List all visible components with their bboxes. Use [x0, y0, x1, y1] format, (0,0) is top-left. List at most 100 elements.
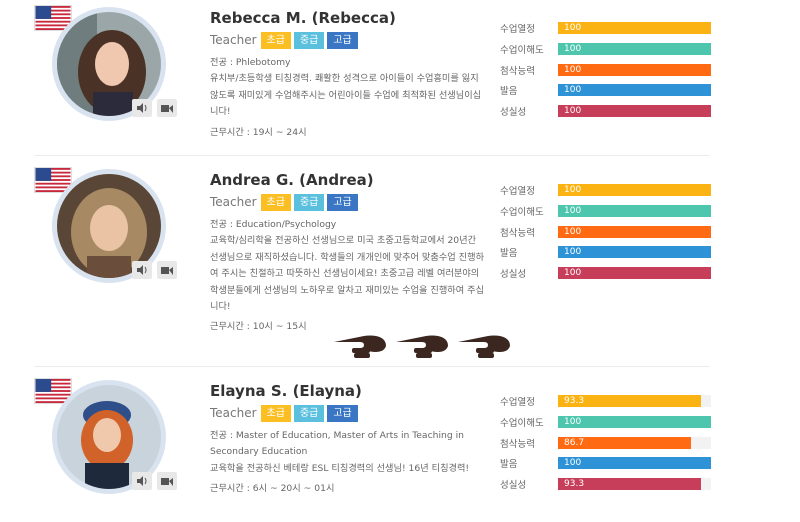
rating-bar: 100	[558, 416, 711, 429]
rating-label: 첨삭능력	[500, 65, 535, 77]
pointing-hand-icon	[332, 332, 388, 360]
rating-value: 100	[564, 64, 582, 75]
rating-bar-fill: 100	[558, 63, 711, 76]
rating-row: 첨삭능력 86.7	[500, 432, 711, 453]
level-badge-advanced: 고급	[327, 404, 358, 422]
rating-bar: 100	[558, 457, 711, 470]
teacher-name[interactable]: Elayna S. (Elayna)	[210, 382, 362, 400]
rating-row: 첨삭능력 100	[500, 59, 711, 80]
rating-bar-fill: 100	[558, 205, 711, 218]
video-button[interactable]	[157, 99, 177, 117]
rating-value: 93.3	[564, 479, 585, 490]
rating-row: 수업이해도 100	[500, 201, 711, 222]
speaker-icon	[137, 103, 147, 113]
rating-value: 100	[564, 417, 582, 428]
rating-value: 100	[564, 458, 582, 469]
rating-label: 발음	[500, 86, 518, 98]
rating-row: 발음 100	[500, 242, 711, 263]
audio-button[interactable]	[132, 261, 152, 279]
rating-bar-fill: 93.3	[558, 395, 701, 408]
rating-value: 100	[564, 226, 582, 237]
rating-bar: 100	[558, 63, 711, 76]
rating-label: 수업열정	[500, 186, 535, 198]
level-badge-advanced: 고급	[327, 193, 358, 211]
pointing-hand-icon	[394, 332, 450, 360]
teacher-name[interactable]: Andrea G. (Andrea)	[210, 171, 374, 189]
level-badge-beginner: 초급	[260, 31, 291, 49]
rating-row: 수업이해도 100	[500, 412, 711, 433]
camera-icon	[161, 478, 173, 486]
audio-button[interactable]	[132, 472, 152, 490]
working-hours: 근무시간 : 19시 ~ 24시	[210, 126, 307, 138]
major: 전공 : Phlebotomy	[210, 57, 291, 68]
rating-bar: 93.3	[558, 395, 711, 408]
rating-bar: 100	[558, 105, 711, 118]
rating-label: 성실성	[500, 107, 527, 119]
level-badge-intermediate: 중급	[293, 31, 325, 49]
rating-row: 성실성 93.3	[500, 474, 711, 495]
teacher-description: 전공 : Master of Education, Master of Arts…	[210, 428, 485, 498]
intro: 유치부/초등학생 티칭경력. 쾌활한 성격으로 아이들이 수업흥미를 잃지 않도…	[210, 73, 482, 118]
rating-label: 성실성	[500, 480, 527, 492]
camera-icon	[161, 105, 173, 113]
rating-label: 첨삭능력	[500, 438, 535, 450]
major: 전공 : Master of Education, Master of Arts…	[210, 430, 464, 458]
speaker-icon	[137, 265, 147, 275]
rating-row: 발음 100	[500, 453, 711, 474]
rating-row: 발음 100	[500, 80, 711, 101]
audio-button[interactable]	[132, 99, 152, 117]
rating-bar: 100	[558, 267, 711, 280]
teacher-description: 전공 : Phlebotomy 유치부/초등학생 티칭경력. 쾌활한 성격으로 …	[210, 55, 485, 141]
rating-row: 수업열정 100	[500, 180, 711, 201]
rating-bar: 100	[558, 205, 711, 218]
divider	[34, 366, 710, 367]
rating-row: 성실성 100	[500, 263, 711, 284]
video-button[interactable]	[157, 472, 177, 490]
teacher-name[interactable]: Rebecca M. (Rebecca)	[210, 9, 396, 27]
role-row: Teacher 초급 중급 고급	[210, 193, 361, 211]
rating-value: 86.7	[564, 437, 585, 448]
rating-label: 수업열정	[500, 397, 535, 409]
rating-bar-fill: 100	[558, 184, 711, 197]
rating-row: 수업열정 100	[500, 18, 711, 39]
rating-bar-fill: 100	[558, 225, 711, 238]
rating-bar-fill: 86.7	[558, 436, 691, 449]
rating-label: 첨삭능력	[500, 227, 535, 239]
role-row: Teacher 초급 중급 고급	[210, 404, 361, 422]
rating-row: 성실성 100	[500, 101, 711, 122]
rating-stats: 수업열정 100 수업이해도 100 첨삭능력 100 발음 100 성실성 100	[500, 18, 711, 121]
working-hours: 근무시간 : 6시 ~ 20시 ~ 01시	[210, 483, 335, 495]
level-badge-beginner: 초급	[260, 404, 291, 422]
major: 전공 : Education/Psychology	[210, 219, 337, 230]
rating-value: 100	[564, 106, 582, 117]
rating-bar-fill: 100	[558, 246, 711, 259]
rating-label: 성실성	[500, 269, 527, 281]
rating-value: 100	[564, 247, 582, 258]
role-label: Teacher	[210, 195, 257, 209]
rating-bar: 100	[558, 184, 711, 197]
rating-bar: 100	[558, 84, 711, 97]
rating-bar: 86.7	[558, 436, 711, 449]
rating-row: 수업열정 93.3	[500, 391, 711, 412]
level-badge-beginner: 초급	[260, 193, 291, 211]
rating-bar-fill: 100	[558, 43, 711, 56]
rating-row: 첨삭능력 100	[500, 221, 711, 242]
video-button[interactable]	[157, 261, 177, 279]
rating-bar-fill: 100	[558, 84, 711, 97]
rating-bar-fill: 100	[558, 105, 711, 118]
rating-value: 100	[564, 85, 582, 96]
rating-value: 100	[564, 44, 582, 55]
rating-bar: 100	[558, 22, 711, 35]
rating-bar-fill: 100	[558, 416, 711, 429]
rating-label: 수업이해도	[500, 418, 544, 430]
rating-label: 수업열정	[500, 24, 535, 36]
level-badge-intermediate: 중급	[293, 193, 325, 211]
pointing-hand-icon	[456, 332, 512, 360]
rating-bar-fill: 100	[558, 267, 711, 280]
rating-value: 100	[564, 268, 582, 279]
role-label: Teacher	[210, 406, 257, 420]
rating-stats: 수업열정 100 수업이해도 100 첨삭능력 100 발음 100 성실성 100	[500, 180, 711, 283]
rating-label: 발음	[500, 459, 518, 471]
rating-bar: 100	[558, 246, 711, 259]
role-label: Teacher	[210, 33, 257, 47]
